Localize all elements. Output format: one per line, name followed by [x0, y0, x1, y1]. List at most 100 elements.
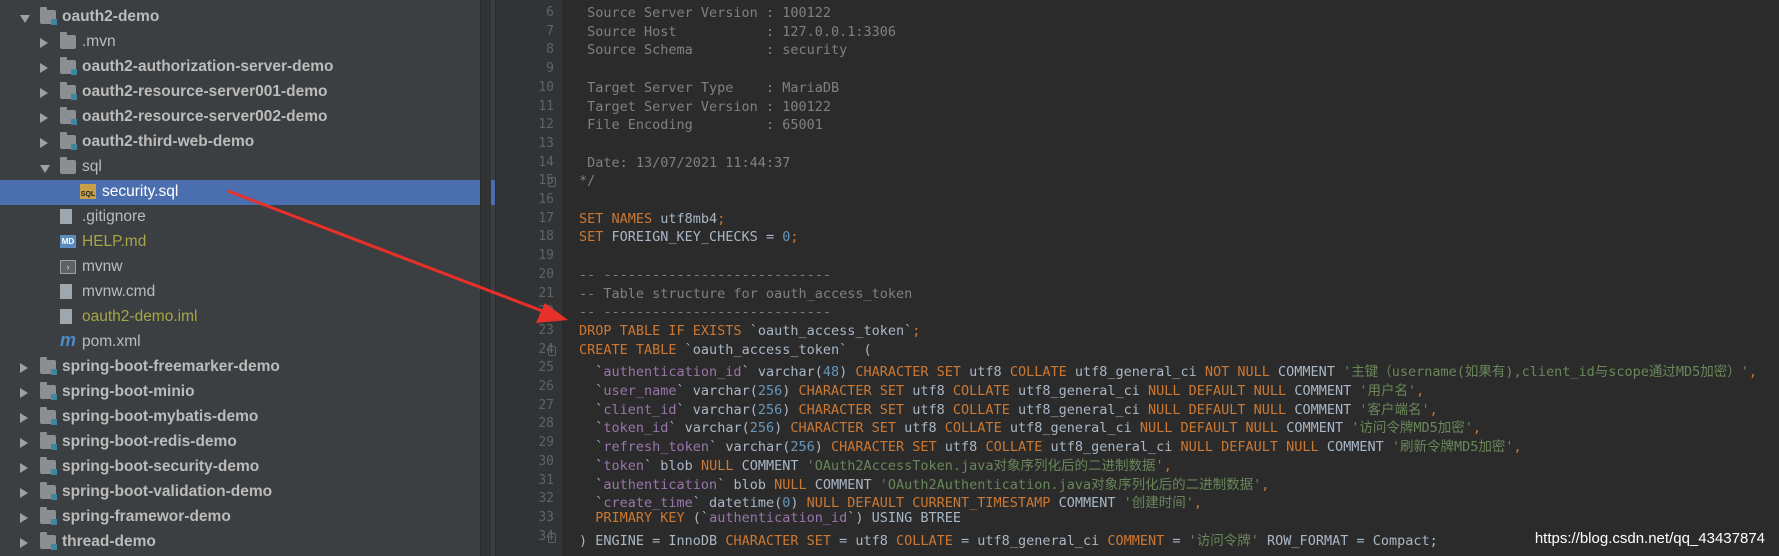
chevron-right-icon[interactable] [40, 138, 48, 148]
code-line[interactable]: Target Server Version : 100122 [579, 99, 831, 115]
chevron-right-icon[interactable] [20, 388, 28, 398]
tree-item-oauth2-authorization-server-demo[interactable]: oauth2-authorization-server-demo [0, 55, 495, 80]
tree-item-oauth2-demo-iml[interactable]: oauth2-demo.iml [0, 305, 495, 330]
tree-item-pom-xml[interactable]: m pom.xml [0, 330, 495, 355]
tree-item-label: oauth2-resource-server001-demo [82, 83, 328, 100]
chevron-down-icon[interactable] [40, 165, 50, 173]
panel-divider[interactable] [480, 0, 491, 556]
code-token: -- Table structure for oauth_access_toke… [579, 285, 913, 302]
code-token: ) [774, 420, 791, 437]
tree-item-gitignore[interactable]: .gitignore [0, 205, 495, 230]
chevron-right-icon[interactable] [40, 88, 48, 98]
code-line[interactable]: Source Schema : security [579, 42, 847, 58]
tree-item-oauth2-demo[interactable]: oauth2-demo [0, 5, 495, 30]
chevron-right-icon[interactable] [20, 363, 28, 373]
code-line[interactable]: */ [579, 173, 595, 189]
code-token: `oauth_access_token` ( [684, 341, 872, 358]
tree-item-sql[interactable]: sql [0, 155, 495, 180]
code-line[interactable]: `authentication` blob NULL COMMENT 'OAut… [579, 473, 1269, 493]
chevron-right-icon[interactable] [40, 113, 48, 123]
code-line[interactable]: Target Server Type : MariaDB [579, 80, 839, 96]
tree-item-thread-demo[interactable]: thread-demo [0, 530, 495, 555]
code-line[interactable]: `client_id` varchar(256) CHARACTER SET u… [579, 398, 1438, 418]
line-number: 25 [538, 360, 554, 376]
code-token: , [1472, 420, 1481, 437]
code-token: (` [692, 509, 710, 526]
code-token: COMMENT [1286, 420, 1352, 437]
code-token: -- ---------------------------- [579, 266, 831, 283]
tree-item-spring-boot-minio[interactable]: spring-boot-minio [0, 380, 495, 405]
tree-item-label: pom.xml [82, 333, 141, 350]
tree-item-mvnw[interactable]: › mvnw [0, 255, 495, 280]
chevron-right-icon[interactable] [20, 488, 28, 498]
tree-item-spring-framewor-demo[interactable]: spring-framewor-demo [0, 505, 495, 530]
line-number: 30 [538, 453, 554, 469]
tree-item-oauth2-resource-server002-demo[interactable]: oauth2-resource-server002-demo [0, 105, 495, 130]
tree-item-oauth2-resource-server001-demo[interactable]: oauth2-resource-server001-demo [0, 80, 495, 105]
code-token: utf8 [912, 383, 953, 399]
fold-toggle-icon[interactable] [548, 177, 556, 188]
tree-item-mvn[interactable]: .mvn [0, 30, 495, 55]
sql-editor[interactable]: Source Server Version : 100122 Source Ho… [562, 0, 1779, 556]
code-line[interactable]: -- ---------------------------- [579, 267, 831, 283]
chevron-right-icon[interactable] [20, 538, 28, 548]
code-line[interactable]: Date: 13/07/2021 11:44:37 [579, 155, 790, 171]
tree-item-label: oauth2-demo [62, 8, 160, 25]
code-line[interactable]: PRIMARY KEY (`authentication_id`) USING … [579, 510, 961, 526]
code-line[interactable]: Source Server Version : 100122 [579, 5, 831, 21]
chevron-right-icon[interactable] [20, 513, 28, 523]
fold-toggle-icon[interactable] [548, 532, 556, 543]
chevron-right-icon[interactable] [40, 38, 48, 48]
code-token: COLLATE [1009, 364, 1075, 381]
tree-item-spring-boot-mybatis-demo[interactable]: spring-boot-mybatis-demo [0, 405, 495, 430]
line-number: 16 [538, 192, 554, 207]
folder-icon [60, 32, 76, 49]
file-icon [60, 284, 72, 299]
code-line[interactable]: SET FOREIGN_KEY_CHECKS = 0; [579, 229, 798, 245]
tree-item-help-md[interactable]: MD HELP.md [0, 230, 495, 255]
code-line[interactable]: ) ENGINE = InnoDB CHARACTER SET = utf8 C… [579, 529, 1438, 549]
code-line[interactable]: Source Host : 127.0.0.1:3306 [579, 24, 896, 40]
module-folder-icon [40, 482, 57, 500]
code-line[interactable]: -- Table structure for oauth_access_toke… [579, 286, 912, 302]
code-token: ` varchar( [668, 420, 750, 437]
code-line[interactable]: File Encoding : 65001 [579, 117, 823, 133]
code-token: ` [579, 383, 604, 399]
tree-item-spring-boot-freemarker-demo[interactable]: spring-boot-freemarker-demo [0, 355, 495, 380]
code-line[interactable]: `authentication_id` varchar(48) CHARACTE… [579, 360, 1757, 380]
code-line[interactable]: CREATE TABLE `oauth_access_token` ( [579, 342, 872, 358]
code-token: COMMENT [741, 457, 807, 474]
fold-toggle-icon[interactable] [548, 345, 556, 356]
module-folder-icon [40, 457, 57, 475]
code-line[interactable]: `refresh_token` varchar(256) CHARACTER S… [579, 435, 1521, 455]
tree-item-spring-boot-security-demo[interactable]: spring-boot-security-demo [0, 455, 495, 480]
chevron-down-icon[interactable] [20, 15, 30, 23]
tree-item-spring-boot-redis-demo[interactable]: spring-boot-redis-demo [0, 430, 495, 455]
code-token: COLLATE [952, 383, 1018, 399]
line-number: 11 [538, 98, 554, 114]
tree-item-label: spring-boot-redis-demo [62, 433, 237, 450]
chevron-right-icon[interactable] [20, 463, 28, 473]
chevron-right-icon[interactable] [20, 438, 28, 448]
code-line[interactable]: SET NAMES utf8mb4; [579, 211, 725, 227]
tree-item-mvnw-cmd[interactable]: mvnw.cmd [0, 280, 495, 305]
code-token: Source Schema : security [579, 42, 848, 59]
code-line[interactable]: `create_time` datetime(0) NULL DEFAULT C… [579, 491, 1202, 511]
code-line[interactable]: -- ---------------------------- [579, 304, 831, 320]
code-line[interactable]: `user_name` varchar(256) CHARACTER SET u… [579, 379, 1424, 399]
code-line[interactable]: `token` blob NULL COMMENT 'OAuth2AccessT… [579, 454, 1172, 474]
code-token: utf8_general_ci [1074, 364, 1205, 381]
line-number: 10 [538, 79, 554, 95]
chevron-right-icon[interactable] [40, 63, 48, 73]
tree-item-security-sql[interactable]: SQL security.sql [0, 180, 495, 205]
tree-item-oauth2-third-web-demo[interactable]: oauth2-third-web-demo [0, 130, 495, 155]
code-token: ` [579, 420, 604, 437]
code-token: ` blob [644, 457, 701, 474]
code-line[interactable]: DROP TABLE IF EXISTS `oauth_access_token… [579, 323, 920, 339]
chevron-right-icon[interactable] [20, 413, 28, 423]
terminal-file-icon: › [60, 260, 76, 274]
code-token: 256 [757, 383, 783, 399]
code-line[interactable]: `token_id` varchar(256) CHARACTER SET ut… [579, 416, 1481, 436]
code-token: Target Server Version : 100122 [579, 98, 831, 115]
tree-item-spring-boot-validation-demo[interactable]: spring-boot-validation-demo [0, 480, 495, 505]
